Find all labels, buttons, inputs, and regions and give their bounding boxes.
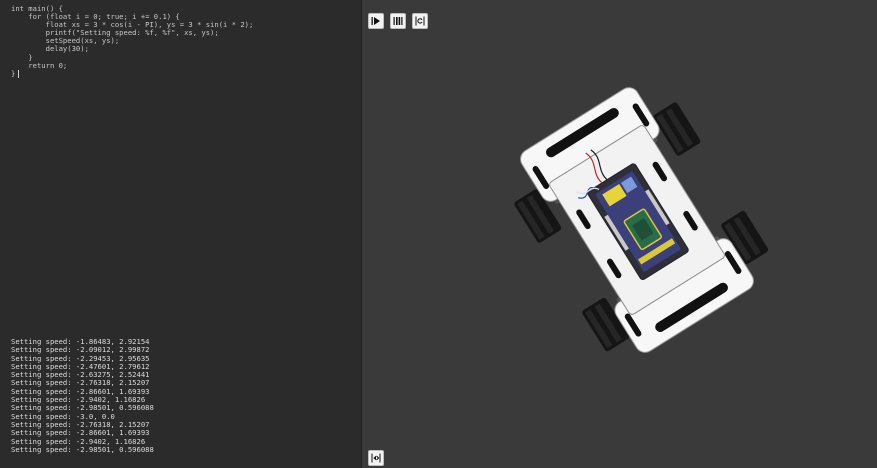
simulation-view (362, 0, 877, 468)
code-line-text: } (11, 68, 16, 78)
wheel-front-right (653, 102, 701, 156)
robot-car (514, 87, 769, 353)
pause-button[interactable] (390, 13, 406, 29)
robot-simulator-app: int main() { for (float i = 0; true; i +… (0, 0, 877, 468)
view-code-icon (371, 453, 381, 463)
reset-button[interactable] (412, 13, 428, 29)
simulation-toolbar (368, 13, 428, 29)
toggle-view-button[interactable] (368, 450, 384, 466)
reset-icon (415, 16, 425, 26)
play-button[interactable] (368, 13, 384, 29)
code-line-cursor: } (11, 68, 361, 78)
code-editor[interactable]: int main() { for (float i = 0; true; i +… (0, 0, 361, 330)
console-output: Setting speed: -1.86483, 2.92154 Setting… (0, 338, 361, 468)
robot-canvas (514, 87, 769, 353)
code-line: delay(30); (11, 44, 89, 54)
play-icon (371, 17, 380, 25)
console-line: Setting speed: -2.98501, 0.596088 (11, 444, 154, 454)
code-line: return 0; (11, 60, 68, 70)
left-pane: int main() { for (float i = 0; true; i +… (0, 0, 361, 468)
pause-icon (393, 17, 403, 25)
text-caret (18, 69, 20, 78)
